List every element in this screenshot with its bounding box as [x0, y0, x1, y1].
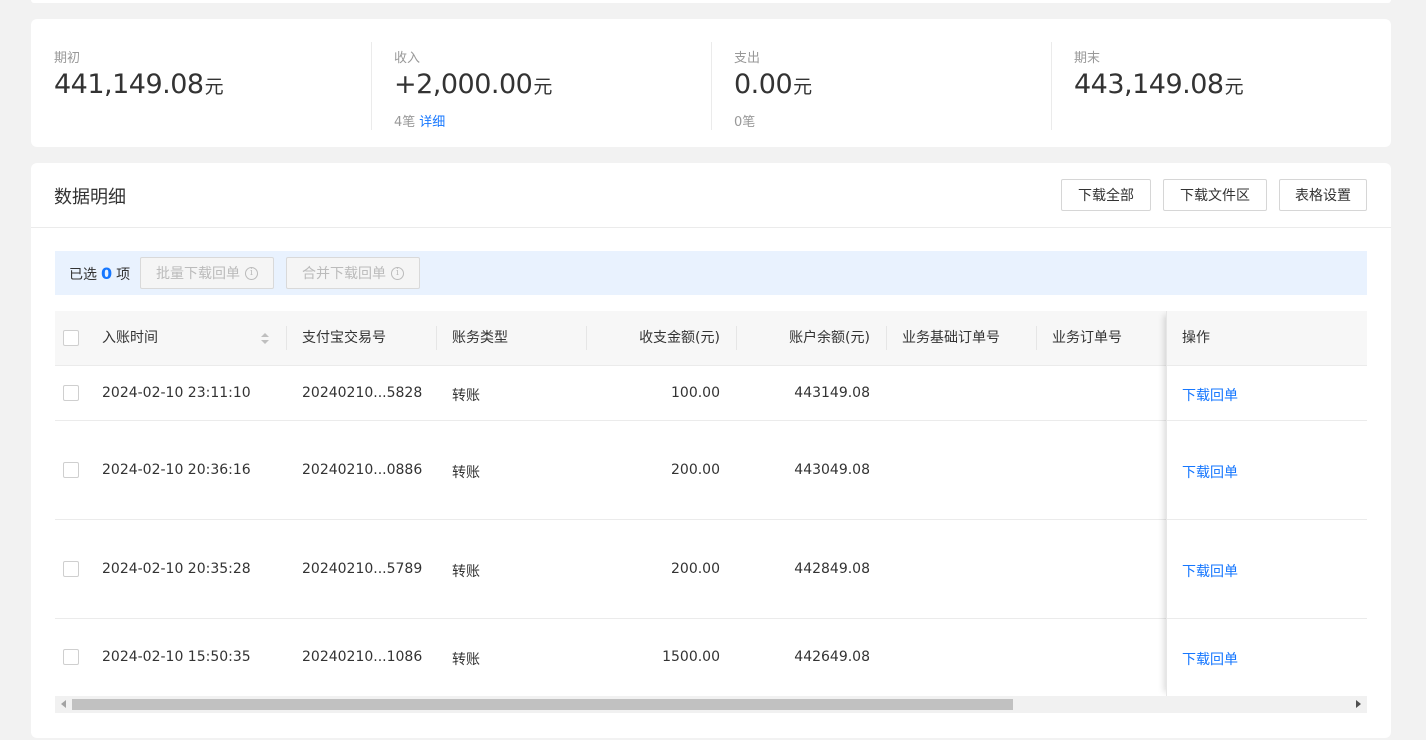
- cell-type: 转账: [452, 388, 480, 404]
- cell-balance: 442649.08: [794, 649, 870, 665]
- cell-time: 2024-02-10 23:11:10: [102, 385, 251, 401]
- download-files-button[interactable]: 下载文件区: [1163, 179, 1267, 211]
- cell-time: 2024-02-10 20:35:28: [102, 561, 251, 577]
- income-value: +2,000.00元: [394, 69, 552, 100]
- info-icon: i: [391, 266, 404, 280]
- selection-suffix: 项: [116, 267, 131, 283]
- table-row: 2024-02-10 15:50:35 20240210...1086 转账 1…: [55, 619, 1367, 696]
- download-all-button[interactable]: 下载全部: [1061, 179, 1151, 211]
- cell-time: 2024-02-10 20:36:16: [102, 462, 251, 478]
- cell-balance: 442849.08: [794, 561, 870, 577]
- cell-amount: 100.00: [671, 385, 720, 401]
- merge-download-label: 合并下载回单: [302, 266, 386, 282]
- sort-icon[interactable]: [261, 333, 269, 345]
- summary-divider: [711, 42, 712, 130]
- column-separator: [1036, 326, 1037, 350]
- opening-label: 期初: [54, 51, 81, 66]
- table-row: 2024-02-10 23:11:10 20240210...5828 转账 1…: [55, 366, 1367, 421]
- expense-count: 0笔: [734, 115, 756, 130]
- scrollbar-thumb[interactable]: [72, 699, 1013, 710]
- cell-time: 2024-02-10 15:50:35: [102, 649, 251, 665]
- selection-bar: 已选 0 项 批量下载回单 i 合并下载回单 i: [55, 251, 1367, 295]
- batch-download-button[interactable]: 批量下载回单 i: [140, 257, 274, 289]
- income-detail-link[interactable]: 详细: [419, 115, 445, 130]
- table-header: 入账时间 支付宝交易号 账务类型 收支金额(元) 账户余额(元) 业务基础订单号…: [55, 311, 1367, 366]
- summary-divider: [371, 42, 372, 130]
- download-receipt-link[interactable]: 下载回单: [1182, 561, 1238, 581]
- column-separator: [436, 326, 437, 350]
- column-header-amount: 收支金额(元): [639, 330, 720, 346]
- income-count: 4笔: [394, 115, 416, 130]
- header-divider: [31, 227, 1391, 228]
- row-checkbox[interactable]: [63, 561, 79, 577]
- download-receipt-link[interactable]: 下载回单: [1182, 649, 1238, 669]
- column-header-trade-no: 支付宝交易号: [302, 330, 386, 346]
- closing-label: 期末: [1074, 51, 1101, 66]
- column-header-type: 账务类型: [452, 330, 508, 346]
- scroll-left-icon[interactable]: [61, 700, 66, 708]
- cell-trade-no: 20240210...1086: [302, 649, 423, 665]
- top-card-edge: [31, 0, 1391, 3]
- column-header-balance: 账户余额(元): [789, 330, 870, 346]
- cell-trade-no: 20240210...5828: [302, 385, 423, 401]
- expense-amount: 0.00: [734, 69, 793, 100]
- cell-trade-no: 20240210...0886: [302, 462, 423, 478]
- income-sub: 4笔 详细: [394, 111, 445, 130]
- selection-count: 0: [101, 264, 113, 283]
- expense-label: 支出: [734, 51, 761, 66]
- table-settings-button[interactable]: 表格设置: [1279, 179, 1367, 211]
- column-header-action: 操作: [1182, 330, 1210, 346]
- batch-download-label: 批量下载回单: [156, 266, 240, 282]
- cell-amount: 200.00: [671, 462, 720, 478]
- column-separator: [286, 326, 287, 350]
- details-title: 数据明细: [54, 187, 126, 208]
- column-header-base-order: 业务基础订单号: [902, 330, 1000, 346]
- download-receipt-link[interactable]: 下载回单: [1182, 385, 1238, 405]
- download-receipt-link[interactable]: 下载回单: [1182, 462, 1238, 482]
- cell-trade-no: 20240210...5789: [302, 561, 423, 577]
- closing-unit: 元: [1224, 76, 1244, 98]
- income-amount: +2,000.00: [394, 69, 533, 100]
- income-label: 收入: [394, 51, 421, 66]
- column-separator: [886, 326, 887, 350]
- scroll-right-icon[interactable]: [1356, 700, 1361, 708]
- details-table: 入账时间 支付宝交易号 账务类型 收支金额(元) 账户余额(元) 业务基础订单号…: [55, 311, 1367, 696]
- cell-type: 转账: [452, 564, 480, 580]
- closing-value: 443,149.08元: [1074, 69, 1244, 100]
- summary-divider: [1051, 42, 1052, 130]
- summary-card: 期初 441,149.08元 收入 +2,000.00元 4笔 详细 支出 0.0…: [31, 19, 1391, 147]
- table-row: 2024-02-10 20:36:16 20240210...0886 转账 2…: [55, 421, 1367, 520]
- select-all-checkbox[interactable]: [63, 330, 79, 346]
- cell-type: 转账: [452, 465, 480, 481]
- merge-download-button[interactable]: 合并下载回单 i: [286, 257, 420, 289]
- cell-amount: 200.00: [671, 561, 720, 577]
- info-icon: i: [245, 266, 258, 280]
- opening-unit: 元: [204, 76, 224, 98]
- expense-value: 0.00元: [734, 69, 812, 100]
- cell-type: 转账: [452, 652, 480, 668]
- column-header-order: 业务订单号: [1052, 330, 1122, 346]
- selection-prefix: 已选: [69, 267, 97, 283]
- details-card: 数据明细 下载全部 下载文件区 表格设置 已选 0 项 批量下载回单 i 合并下载回单…: [31, 163, 1391, 738]
- selection-status: 已选 0 项: [69, 264, 130, 284]
- row-checkbox[interactable]: [63, 462, 79, 478]
- cell-balance: 443149.08: [794, 385, 870, 401]
- horizontal-scrollbar[interactable]: [55, 696, 1367, 713]
- row-checkbox[interactable]: [63, 649, 79, 665]
- table-row: 2024-02-10 20:35:28 20240210...5789 转账 2…: [55, 520, 1367, 619]
- opening-amount: 441,149.08: [54, 69, 204, 100]
- cell-amount: 1500.00: [662, 649, 720, 665]
- row-checkbox[interactable]: [63, 385, 79, 401]
- cell-balance: 443049.08: [794, 462, 870, 478]
- income-unit: 元: [533, 76, 553, 98]
- expense-unit: 元: [793, 76, 813, 98]
- closing-amount: 443,149.08: [1074, 69, 1224, 100]
- column-header-time: 入账时间: [102, 330, 158, 346]
- opening-value: 441,149.08元: [54, 69, 224, 100]
